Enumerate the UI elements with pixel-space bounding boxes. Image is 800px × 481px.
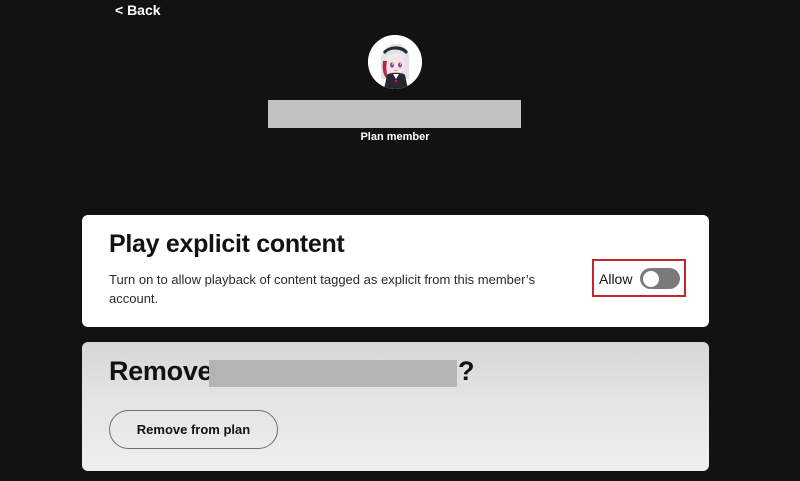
- member-settings-page: < Back Plan member Play explicit content…: [0, 0, 800, 481]
- back-link[interactable]: < Back: [115, 2, 161, 18]
- remove-member-card: Remove ? Remove from plan: [82, 342, 709, 471]
- explicit-content-card: Play explicit content Turn on to allow p…: [82, 215, 709, 327]
- remove-from-plan-button[interactable]: Remove from plan: [109, 410, 278, 449]
- member-role: Plan member: [360, 131, 430, 143]
- toggle-knob: [643, 270, 659, 287]
- explicit-content-description: Turn on to allow playback of content tag…: [109, 272, 536, 306]
- remove-member-name-redacted: [209, 360, 457, 387]
- allow-label: Allow: [599, 271, 633, 287]
- explicit-content-title: Play explicit content: [109, 230, 345, 258]
- member-name-redacted: [268, 100, 521, 128]
- allow-explicit-toggle[interactable]: [640, 268, 680, 289]
- member-avatar: [368, 35, 422, 89]
- allow-toggle-highlight: Allow: [592, 259, 686, 297]
- anime-avatar-icon: [368, 35, 422, 89]
- remove-title-suffix: ?: [458, 356, 475, 386]
- remove-title-prefix: Remove: [109, 356, 213, 386]
